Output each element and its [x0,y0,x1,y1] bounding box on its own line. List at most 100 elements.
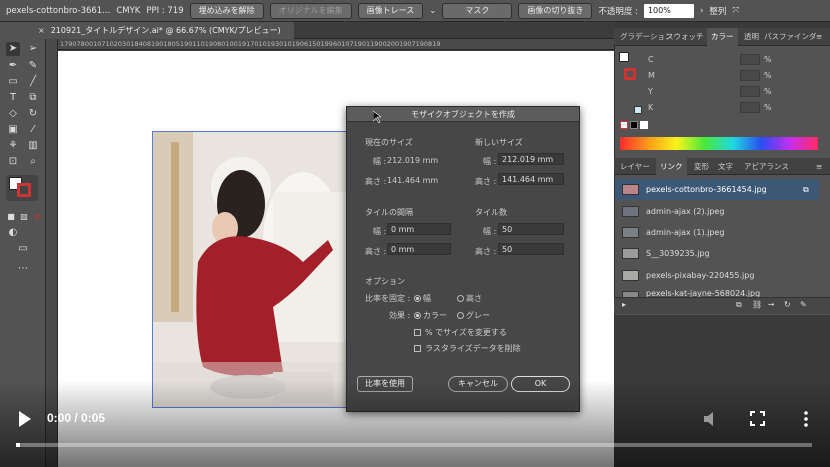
tab-gradient[interactable]: グラデーション [620,28,672,46]
stroke-swatch-panel[interactable] [624,68,636,80]
tab-document[interactable]: × 210921_タイトルデザイン.ai* @ 66.67% (CMYK/プレビュ… [32,22,294,39]
more-options-icon[interactable] [802,410,810,428]
fill-stroke-icon[interactable] [6,175,38,201]
opacity-label: 不透明度 : [598,6,638,17]
tab-links[interactable]: リンク [656,158,687,176]
out-of-gamut-swatch[interactable] [634,106,642,114]
tab-character[interactable]: 文字 [718,158,733,176]
edit-original-button[interactable]: オリジナルを編集 [269,2,352,19]
document-title: 210921_タイトルデザイン.ai* @ 66.67% (CMYK/プレビュー… [50,26,281,35]
black-swatch[interactable] [630,121,638,129]
list-item[interactable]: admin-ajax (2).jpeg [615,201,819,222]
effect-color-radio[interactable]: カラー [414,310,447,321]
none-swatch[interactable] [620,121,628,129]
transform-icon[interactable]: ⤧ [732,6,739,16]
tab-swatches[interactable]: スウォッチ [666,28,704,46]
arrange-button[interactable]: 整列 [709,5,726,17]
app-window: pexels-cottonbro-3661... CMYK PPI : 719 … [0,0,830,467]
mouse-cursor-icon [373,111,381,123]
expand-icon[interactable]: ▸ [622,300,626,309]
fullscreen-icon[interactable] [750,411,765,426]
rotate-tool-icon[interactable]: ↻ [26,107,40,121]
screen-mode-icon[interactable]: ▭ [16,242,30,256]
placed-photo[interactable] [152,131,347,408]
gradient-mode-icon[interactable]: ▨ [17,210,31,224]
list-item[interactable]: pexels-cottonbro-3661454.jpg ⧉ [615,179,819,200]
panel-menu-icon[interactable]: ≡ [816,28,822,46]
pencil-tool-icon[interactable]: ✎ [26,59,40,73]
selection-tool-icon[interactable]: ➤ [6,42,20,56]
video-progress-track[interactable] [16,443,812,447]
sp-height-label: 高さ : [365,247,387,256]
eraser-tool-icon[interactable]: ◇ [6,107,20,121]
chevron-down-icon[interactable]: ⌄ [429,6,436,16]
edit-original-icon[interactable]: ✎ [800,300,807,309]
count-width-input[interactable]: 50 [498,223,564,235]
opacity-input[interactable]: 100% [643,3,694,18]
channel-k-input[interactable] [740,102,760,113]
tab-transform[interactable]: 変形 [694,158,709,176]
tab-pathfinder[interactable]: パスファインダ [764,28,817,46]
eyedropper-tool-icon[interactable]: ⁄ [26,123,40,137]
color-spectrum[interactable] [620,137,818,150]
artboard-tool-icon[interactable]: ⊡ [6,155,20,169]
effect-gray-radio[interactable]: グレー [457,310,490,321]
type-tool-icon[interactable]: T [6,91,20,105]
constrain-height-radio[interactable]: 高さ [457,293,482,304]
mask-button[interactable]: マスク [442,2,513,19]
color-mode-icon[interactable]: ■ [4,210,18,224]
crop-image-button[interactable]: 画像の切り抜き [518,2,593,19]
brush-tool-icon[interactable]: ╱ [26,75,40,89]
channel-c-input[interactable] [740,54,760,65]
resize-percent-checkbox[interactable]: % でサイズを変更する [414,327,507,338]
draw-mode-icon[interactable]: ◐ [6,226,20,240]
tile-count-heading: タイル数 [475,208,507,217]
new-width-input[interactable]: 212.019 mm [498,153,564,165]
list-item[interactable]: pexels-pixabay-220455.jpg [615,265,819,286]
goto-link-icon[interactable]: ➙ [768,300,775,309]
volume-icon[interactable] [702,410,720,428]
new-height-input[interactable]: 141.464 mm [498,173,564,185]
play-icon[interactable] [18,411,32,427]
delete-raster-checkbox[interactable]: ラスタライズデータを削除 [414,343,521,354]
relink-icon[interactable]: ⛓ [752,300,762,309]
white-swatch[interactable] [640,121,648,129]
constrain-label: 比率を固定 : [365,294,411,303]
gradient-tool-icon[interactable]: ▣ [6,123,20,137]
constrain-width-radio[interactable]: 幅 [414,293,431,304]
video-progress-fill [16,443,20,447]
list-item[interactable]: pexels-kat-jayne-568024.jpg [615,286,819,297]
more-tools-icon[interactable]: ⋯ [16,262,30,276]
none-mode-icon[interactable]: ⊘ [30,210,44,224]
image-trace-button[interactable]: 画像トレース [357,2,424,19]
pen-tool-icon[interactable]: ✒ [6,59,20,73]
channel-y-input[interactable] [740,86,760,97]
spacing-height-input[interactable]: 0 mm [387,243,451,255]
tab-layers[interactable]: レイヤー [620,158,650,176]
color-mode: CMYK [116,5,141,16]
channel-m-input[interactable] [740,70,760,81]
unembed-button[interactable]: 埋め込みを解除 [189,2,264,19]
zoom-tool-icon[interactable]: ⌕ [26,155,40,169]
links-menu-icon[interactable]: ≡ [816,158,822,176]
fill-swatch-panel[interactable] [619,52,629,62]
update-link-icon[interactable]: ↻ [784,300,791,309]
list-item[interactable]: admin-ajax (1).jpeg [615,222,819,243]
tab-color[interactable]: カラー [707,28,738,46]
link-thumbnail [622,184,639,195]
rectangle-tool-icon[interactable]: ▭ [6,75,20,89]
list-item[interactable]: S__3039235.jpg [615,243,819,264]
graph-tool-icon[interactable]: ▥ [26,139,40,153]
time-readout: 0:00 / 0:05 [47,411,106,425]
count-height-input[interactable]: 50 [498,243,564,255]
close-icon[interactable]: × [38,26,45,35]
chevron-right-icon[interactable]: › [700,6,703,16]
scale-tool-icon[interactable]: ⧉ [26,91,40,105]
stroke-swatch[interactable] [17,183,31,197]
tab-transparency[interactable]: 透明 [744,28,759,46]
relink-cc-icon[interactable]: ⧉ [736,300,742,310]
blend-tool-icon[interactable]: ⚘ [6,139,20,153]
direct-selection-icon[interactable]: ➢ [26,42,40,56]
spacing-width-input[interactable]: 0 mm [387,223,451,235]
tab-appearance[interactable]: アピアランス [744,158,789,176]
